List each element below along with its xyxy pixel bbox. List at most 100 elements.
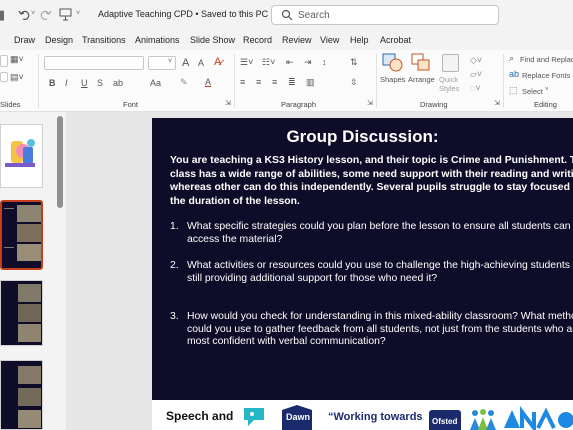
divider [376, 54, 377, 108]
tab-review[interactable]: Review [282, 35, 312, 45]
tab-draw[interactable]: Draw [14, 35, 35, 45]
find-replace-button[interactable]: Find and Replace [520, 55, 573, 64]
slide-thumbnail[interactable] [0, 280, 43, 346]
text-direction-icon[interactable]: ⇅ [350, 57, 358, 68]
slide-thumbnail-selected[interactable] [0, 200, 43, 270]
tab-slide-show[interactable]: Slide Show [190, 35, 235, 45]
thumbnail-photo [18, 284, 41, 302]
quick-styles-button[interactable]: Quick Styles [439, 75, 465, 93]
layout-button[interactable] [0, 55, 8, 67]
question-number: 1. [170, 221, 179, 232]
question-text: How would you check for understanding in… [187, 311, 573, 347]
select-dropdown-icon[interactable]: ˅ [545, 87, 549, 93]
tab-view[interactable]: View [320, 35, 339, 45]
align-right-icon[interactable]: ≡ [272, 77, 277, 87]
question-number: 2. [170, 260, 179, 271]
bullets-icon[interactable]: ☰˅ [240, 57, 253, 68]
slide-footer-logos: Speech and Dawn “Working towards Ofsted [152, 400, 573, 430]
replace-icon[interactable]: ab [509, 69, 519, 79]
tab-transitions[interactable]: Transitions [82, 35, 126, 45]
arrange-button[interactable]: Arrange [408, 75, 435, 84]
slide-thumbnail[interactable] [0, 360, 43, 430]
change-case-button[interactable]: Aa [150, 78, 161, 88]
reset-button[interactable] [0, 72, 8, 82]
search-placeholder: Search [298, 10, 330, 21]
thumbnail-illustration [5, 139, 35, 167]
arrange-icon[interactable] [411, 53, 431, 73]
align-text-icon[interactable]: ⇳ [350, 77, 358, 88]
replace-fonts-button[interactable]: Replace Fonts [522, 71, 570, 80]
underline-button[interactable]: U [81, 78, 88, 88]
columns-icon[interactable]: ▥ [306, 77, 315, 88]
thumbnail-photo [18, 410, 41, 428]
grow-font-button[interactable]: A [182, 57, 189, 69]
tab-acrobat[interactable]: Acrobat [380, 35, 411, 45]
thumbnail-photo [18, 324, 41, 342]
thumbnail-photo [17, 205, 41, 222]
shape-outline-icon[interactable]: ▱˅ [470, 69, 482, 80]
decrease-indent-icon[interactable]: ⇤ [286, 57, 294, 68]
italic-button[interactable]: I [65, 78, 68, 88]
search-icon [281, 9, 293, 21]
strikethrough-button[interactable]: S [97, 78, 103, 88]
numbering-icon[interactable]: ☷˅ [262, 57, 275, 68]
font-color-icon[interactable]: A [205, 77, 211, 87]
align-center-icon[interactable]: ≡ [256, 77, 261, 87]
paragraph-dialog-launcher-icon[interactable]: ⇲ [367, 99, 373, 107]
title-dropdown-icon[interactable]: ˅ [238, 10, 242, 17]
highlight-icon[interactable]: ✎ [180, 77, 188, 88]
title-bar: ▮ ˅ ˅ Adaptive Teaching CPD • Saved to t… [0, 0, 573, 30]
drawing-dialog-launcher-icon[interactable]: ⇲ [494, 99, 500, 107]
customize-qat-icon[interactable]: ˅ [76, 10, 80, 17]
shrink-font-button[interactable]: A [198, 58, 204, 68]
slide-title[interactable]: Group Discussion: [152, 127, 573, 147]
thumbnails-scrollbar[interactable] [57, 116, 63, 208]
slide-thumbnail[interactable] [0, 124, 43, 188]
present-icon[interactable] [59, 8, 72, 21]
char-spacing-icon[interactable]: ab [113, 78, 123, 88]
save-icon[interactable]: ▮ [0, 7, 5, 23]
group-label-drawing: Drawing [420, 100, 448, 109]
thumbnail-photo [17, 224, 41, 242]
shape-effects-icon[interactable]: ◌˅ [470, 83, 481, 93]
group-label-slides: Slides [0, 100, 21, 109]
question-number: 3. [170, 311, 179, 322]
shapes-button[interactable]: Shapes [380, 75, 405, 84]
bold-button[interactable]: B [49, 78, 56, 88]
tab-record[interactable]: Record [243, 35, 272, 45]
font-size-dropdown-icon[interactable]: ˅ [168, 58, 172, 65]
font-family-select[interactable] [44, 56, 144, 70]
justify-icon[interactable]: ≣ [288, 77, 296, 88]
line-spacing-icon[interactable]: ↕ [322, 57, 327, 67]
ofsted-logo: Ofsted [432, 417, 458, 426]
quick-styles-icon[interactable] [442, 54, 459, 72]
undo-dropdown-icon[interactable]: ˅ [31, 10, 35, 17]
search-input[interactable]: Search [271, 5, 499, 25]
select-button[interactable]: Select [522, 87, 543, 96]
tab-help[interactable]: Help [350, 35, 369, 45]
font-dialog-launcher-icon[interactable]: ⇲ [225, 99, 231, 107]
redo-icon[interactable] [40, 9, 52, 21]
align-left-icon[interactable]: ≡ [240, 77, 245, 87]
current-slide[interactable]: Group Discussion: You are teaching a KS3… [152, 118, 573, 430]
speech-language-logo-mark [244, 408, 264, 426]
undo-icon[interactable] [18, 9, 30, 21]
speech-language-logo: Speech and [166, 409, 234, 423]
tab-animations[interactable]: Animations [135, 35, 180, 45]
find-icon[interactable]: ⌕ [509, 53, 514, 64]
layout-dropdown-icon[interactable]: ▦˅ [10, 54, 24, 65]
section-dropdown-icon[interactable]: ▤˅ [10, 72, 24, 83]
thumbnail-photo [18, 366, 41, 384]
clear-format-icon[interactable]: A̷ [214, 56, 221, 68]
shape-fill-icon[interactable]: ◇˅ [470, 55, 482, 66]
increase-indent-icon[interactable]: ⇥ [304, 57, 312, 68]
people-icon [470, 409, 496, 430]
question-text: What specific strategies could you plan … [187, 221, 571, 245]
divider [503, 54, 504, 108]
document-title[interactable]: Adaptive Teaching CPD • Saved to this PC [98, 9, 268, 19]
slide-intro-text[interactable]: You are teaching a KS3 History lesson, a… [170, 154, 573, 208]
tab-design[interactable]: Design [45, 35, 73, 45]
select-icon[interactable]: ⬚ [509, 85, 518, 96]
shapes-icon[interactable] [382, 53, 404, 73]
thumbnail-photo [18, 304, 41, 322]
